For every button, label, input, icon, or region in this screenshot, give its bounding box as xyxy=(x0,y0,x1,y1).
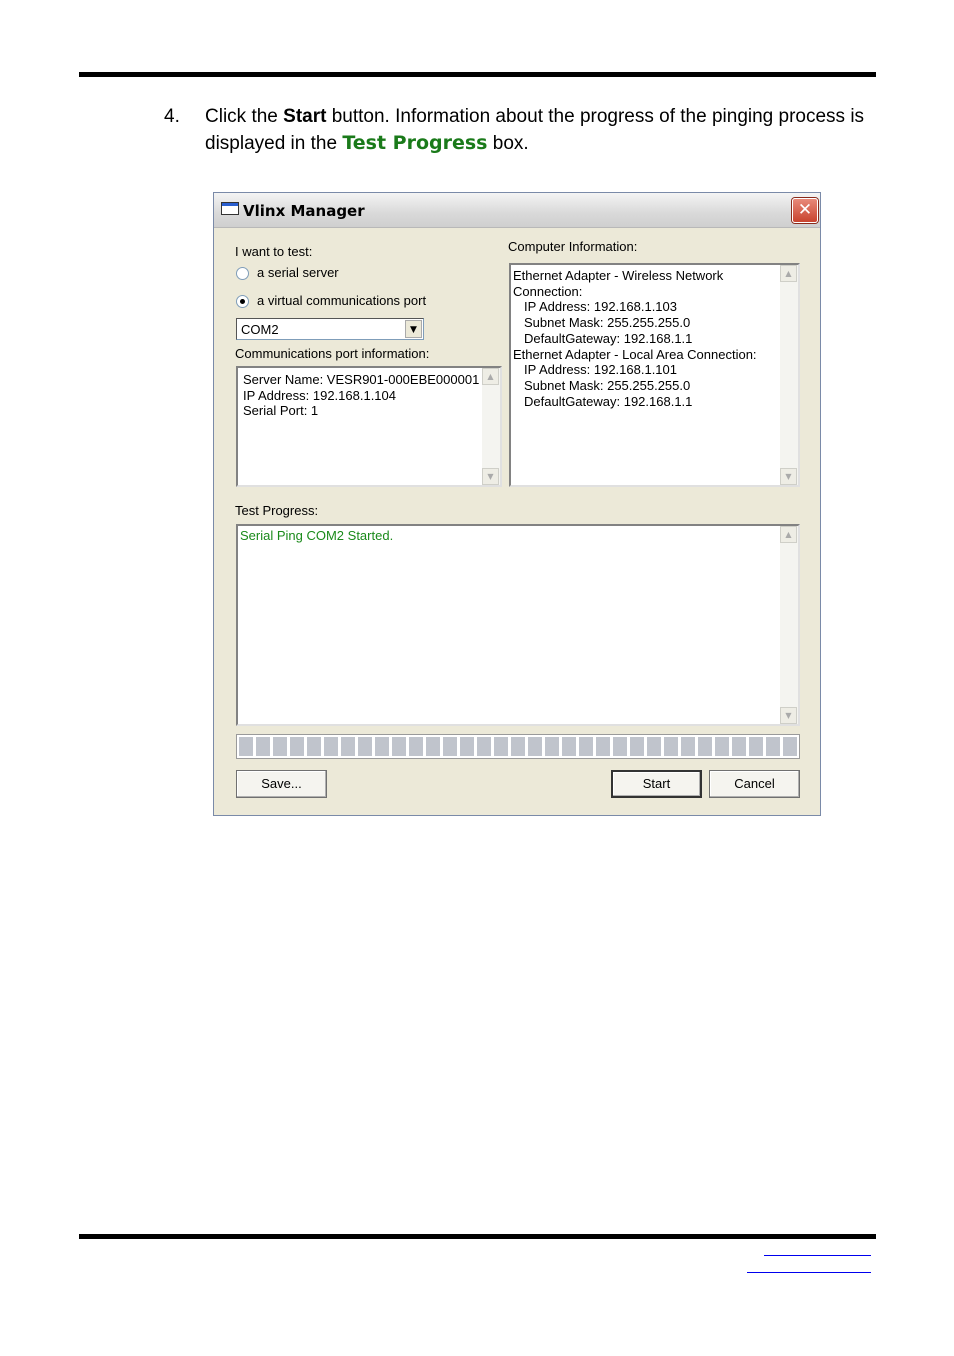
save-button[interactable]: Save... xyxy=(236,770,327,798)
progress-segment xyxy=(443,737,457,756)
test-progress-word: Test Progress xyxy=(342,132,488,154)
test-progress-scrollbar[interactable]: ▲ ▼ xyxy=(780,526,798,724)
progress-segment xyxy=(256,737,270,756)
test-progress-text: Serial Ping COM2 Started. xyxy=(240,528,393,544)
computer-info-line: Ethernet Adapter - Wireless Network xyxy=(513,268,724,283)
progress-segment xyxy=(528,737,542,756)
progress-segment xyxy=(647,737,661,756)
computer-info-line: IP Address: 192.168.1.103 xyxy=(524,299,677,315)
progress-segment xyxy=(715,737,729,756)
com-port-select[interactable]: COM2 ▼ xyxy=(236,318,424,340)
comm-port-info-label: Communications port information: xyxy=(235,346,430,361)
progress-segment xyxy=(749,737,763,756)
progress-segment xyxy=(664,737,678,756)
computer-info-box[interactable]: Ethernet Adapter - Wireless Network Conne… xyxy=(509,263,800,487)
test-progress-box[interactable]: Serial Ping COM2 Started. ▲ ▼ xyxy=(236,524,800,726)
progress-segment xyxy=(460,737,474,756)
progress-segment xyxy=(273,737,287,756)
progress-segment xyxy=(290,737,304,756)
vlinx-manager-dialog: Vlinx Manager ✕ I want to test: a serial… xyxy=(213,192,821,816)
progress-segment xyxy=(307,737,321,756)
computer-info-label: Computer Information: xyxy=(508,239,638,254)
close-button[interactable]: ✕ xyxy=(792,198,818,223)
window-app-icon xyxy=(221,202,239,215)
progress-segment xyxy=(409,737,423,756)
computer-info-line: Subnet Mask: 255.255.255.0 xyxy=(524,315,691,331)
radio-option-label[interactable]: a serial server xyxy=(257,265,339,280)
scroll-up-icon[interactable]: ▲ xyxy=(482,368,499,385)
i-want-to-test-label: I want to test: xyxy=(235,244,313,259)
progress-segment xyxy=(596,737,610,756)
scroll-down-icon[interactable]: ▼ xyxy=(780,468,797,485)
scroll-down-icon[interactable]: ▼ xyxy=(482,468,499,485)
radio-option-2[interactable] xyxy=(236,295,249,308)
scroll-up-icon[interactable]: ▲ xyxy=(780,265,797,282)
computer-info-line: Ethernet Adapter - Local Area Connection… xyxy=(513,346,757,362)
window-title: Vlinx Manager xyxy=(243,202,365,220)
computer-info-text: Ethernet Adapter - Wireless Network Conne… xyxy=(513,268,757,409)
progress-segment xyxy=(766,737,780,756)
progress-segment xyxy=(511,737,525,756)
progress-segment xyxy=(375,737,389,756)
radio-option-label[interactable]: a virtual communications port xyxy=(257,293,426,308)
com-port-value: COM2 xyxy=(241,322,279,337)
computer-info-scrollbar[interactable]: ▲ ▼ xyxy=(780,265,798,485)
scroll-up-icon[interactable]: ▲ xyxy=(780,526,797,543)
progress-segment xyxy=(783,737,797,756)
progress-segment xyxy=(545,737,559,756)
progress-segment xyxy=(358,737,372,756)
step-text: Click the Start button. Information abou… xyxy=(205,104,865,157)
progress-segment xyxy=(239,737,253,756)
progress-bar xyxy=(236,734,800,759)
comm-info-line: IP Address: 192.168.1.104 xyxy=(243,387,396,403)
step-text-before: Click the xyxy=(205,106,284,127)
start-word: Start xyxy=(283,106,327,127)
progress-segment xyxy=(562,737,576,756)
progress-segment xyxy=(477,737,491,756)
comm-info-scrollbar[interactable]: ▲ ▼ xyxy=(482,368,500,485)
progress-segment xyxy=(613,737,627,756)
radio-option-1[interactable] xyxy=(236,267,249,280)
comm-port-info-text: Server Name: VESR901-000EBE000001 IP Addr… xyxy=(243,372,479,419)
computer-info-line: DefaultGateway: 192.168.1.1 xyxy=(524,330,693,346)
progress-segment xyxy=(426,737,440,756)
scroll-down-icon[interactable]: ▼ xyxy=(780,707,797,724)
progress-segment xyxy=(630,737,644,756)
title-bar[interactable]: Vlinx Manager ✕ xyxy=(214,193,820,228)
progress-segment xyxy=(341,737,355,756)
test-progress-label: Test Progress: xyxy=(235,503,319,518)
step-text-after: box. xyxy=(487,133,529,154)
progress-segment xyxy=(579,737,593,756)
progress-segment xyxy=(732,737,746,756)
progress-segment xyxy=(392,737,406,756)
footer-rule xyxy=(79,1234,876,1239)
start-button[interactable]: Start xyxy=(611,770,702,798)
footer-link-line-2[interactable] xyxy=(747,1271,871,1273)
computer-info-line: Connection: xyxy=(513,283,583,299)
progress-segment xyxy=(698,737,712,756)
chevron-down-icon[interactable]: ▼ xyxy=(405,320,422,338)
computer-info-line: Subnet Mask: 255.255.255.0 xyxy=(524,377,691,393)
comm-info-line: Server Name: VESR901-000EBE000001 xyxy=(243,372,480,387)
footer-link-line-1[interactable] xyxy=(764,1254,871,1256)
computer-info-line: DefaultGateway: 192.168.1.1 xyxy=(524,393,693,409)
progress-segment xyxy=(494,737,508,756)
test-progress-line: Serial Ping COM2 Started. xyxy=(240,528,394,543)
comm-info-line: Serial Port: 1 xyxy=(243,403,319,419)
progress-segment xyxy=(324,737,338,756)
step-number: 4. xyxy=(164,106,180,127)
cancel-button[interactable]: Cancel xyxy=(709,770,800,798)
computer-info-line: IP Address: 192.168.1.101 xyxy=(524,362,677,378)
comm-port-info-box[interactable]: Server Name: VESR901-000EBE000001 IP Addr… xyxy=(236,366,502,487)
header-rule xyxy=(79,72,876,77)
progress-segment xyxy=(681,737,695,756)
